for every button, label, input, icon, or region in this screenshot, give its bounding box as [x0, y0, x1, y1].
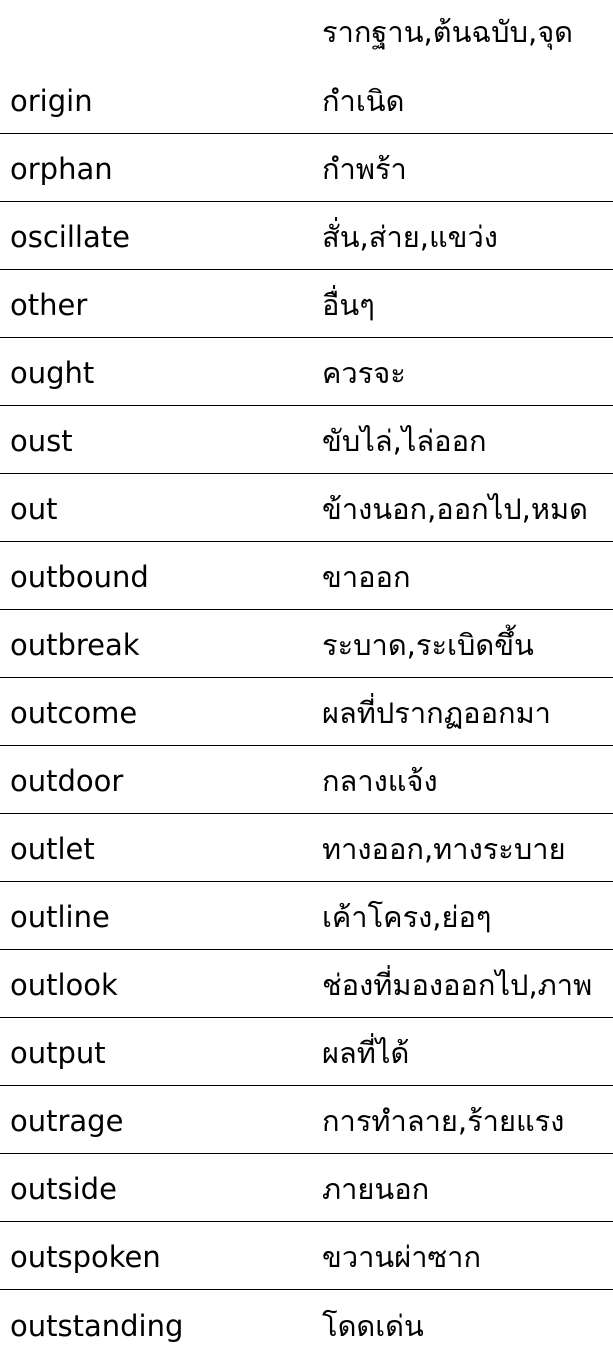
- table-row: รากฐาน,ต้นฉบับ,จุด origin กำเนิด: [0, 0, 613, 134]
- table-row: outbreak ระบาด,ระเบิดขึ้น: [0, 610, 613, 678]
- meaning-cell: ทางออก,ทางระบาย: [322, 832, 566, 866]
- word-cell: outbreak: [10, 628, 140, 662]
- word-cell: output: [10, 1036, 106, 1070]
- meaning-cell: ขับไล่,ไล่ออก: [322, 424, 487, 458]
- word-cell: other: [10, 288, 88, 322]
- word-cell: outlook: [10, 968, 118, 1002]
- word-cell: out: [10, 492, 58, 526]
- word-cell: origin: [10, 84, 93, 118]
- table-row: outdoor กลางแจ้ง: [0, 746, 613, 814]
- table-row: outlet ทางออก,ทางระบาย: [0, 814, 613, 882]
- meaning-cell: เค้าโครง,ย่อๆ: [322, 900, 492, 934]
- meaning-cell-continuation: รากฐาน,ต้นฉบับ,จุด: [322, 15, 574, 49]
- table-row: orphan กำพร้า: [0, 134, 613, 202]
- word-cell: ought: [10, 356, 95, 390]
- meaning-cell: ช่องที่มองออกไป,ภาพ: [322, 968, 593, 1002]
- table-row: ought ควรจะ: [0, 338, 613, 406]
- meaning-cell: ภายนอก: [322, 1172, 430, 1206]
- table-row: oscillate สั่น,ส่าย,แขว่ง: [0, 202, 613, 270]
- table-row: outline เค้าโครง,ย่อๆ: [0, 882, 613, 950]
- table-row: other อื่นๆ: [0, 270, 613, 338]
- meaning-cell: ระบาด,ระเบิดขึ้น: [322, 628, 534, 662]
- word-cell: outrage: [10, 1104, 124, 1138]
- word-cell: outline: [10, 900, 110, 934]
- table-row: outlook ช่องที่มองออกไป,ภาพ: [0, 950, 613, 1018]
- word-cell: orphan: [10, 152, 113, 186]
- vocabulary-table: รากฐาน,ต้นฉบับ,จุด origin กำเนิด orphan …: [0, 0, 613, 1358]
- meaning-cell: กำพร้า: [322, 152, 407, 186]
- word-cell: oust: [10, 424, 73, 458]
- meaning-cell: โดดเด่น: [322, 1309, 424, 1343]
- meaning-cell: ข้างนอก,ออกไป,หมด: [322, 492, 588, 526]
- word-cell: outlet: [10, 832, 95, 866]
- meaning-cell: กำเนิด: [322, 84, 405, 118]
- word-cell: outdoor: [10, 764, 124, 798]
- table-row: out ข้างนอก,ออกไป,หมด: [0, 474, 613, 542]
- meaning-cell: ผลที่ปรากฏออกมา: [322, 696, 551, 730]
- meaning-cell: กลางแจ้ง: [322, 764, 438, 798]
- table-row: outspoken ขวานผ่าซาก: [0, 1222, 613, 1290]
- table-row: outrage การทำลาย,ร้ายแรง: [0, 1086, 613, 1154]
- table-row: outcome ผลที่ปรากฏออกมา: [0, 678, 613, 746]
- table-row: output ผลที่ได้: [0, 1018, 613, 1086]
- table-row: outbound ขาออก: [0, 542, 613, 610]
- meaning-cell: ขวานผ่าซาก: [322, 1240, 482, 1274]
- meaning-cell: ควรจะ: [322, 356, 406, 390]
- meaning-cell: อื่นๆ: [322, 288, 375, 322]
- word-cell: outbound: [10, 560, 149, 594]
- word-cell: outspoken: [10, 1240, 161, 1274]
- word-cell: outside: [10, 1172, 117, 1206]
- meaning-cell: สั่น,ส่าย,แขว่ง: [322, 220, 498, 254]
- meaning-cell: การทำลาย,ร้ายแรง: [322, 1104, 565, 1138]
- table-row: outside ภายนอก: [0, 1154, 613, 1222]
- word-cell: oscillate: [10, 220, 130, 254]
- table-row: outstanding โดดเด่น: [0, 1290, 613, 1358]
- meaning-cell: ขาออก: [322, 560, 411, 594]
- word-cell: outstanding: [10, 1309, 184, 1343]
- table-row: oust ขับไล่,ไล่ออก: [0, 406, 613, 474]
- word-cell: outcome: [10, 696, 138, 730]
- meaning-cell: ผลที่ได้: [322, 1036, 410, 1070]
